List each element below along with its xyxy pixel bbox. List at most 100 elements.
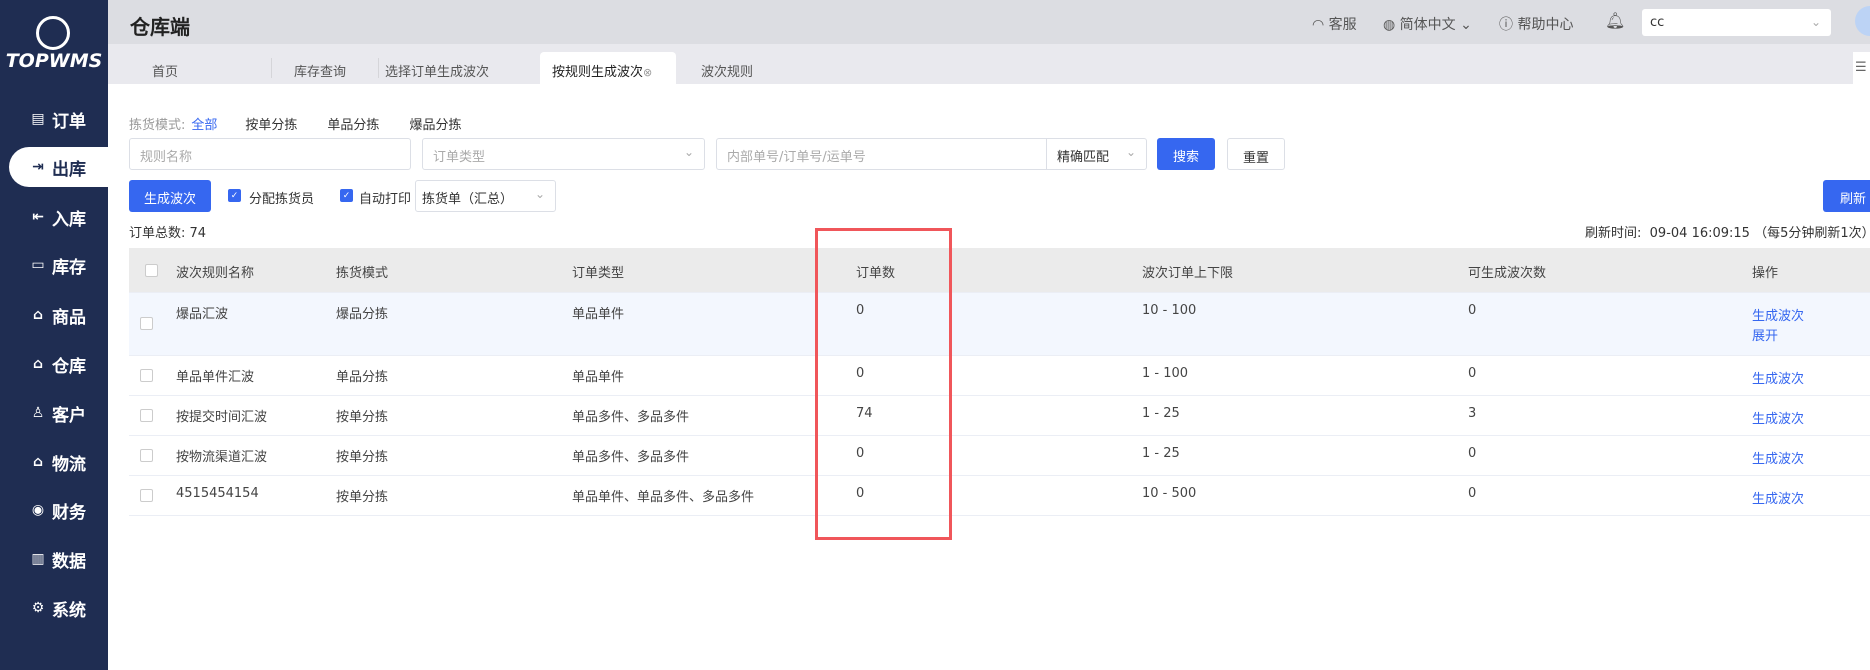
row-checkbox[interactable] (140, 317, 153, 330)
tab-inventory-query[interactable]: 库存查询 (294, 52, 346, 84)
cell-type: 单品单件 (572, 370, 625, 385)
cell-name: 4515454154 (176, 486, 259, 501)
cell-limit: 1 - 100 (1142, 366, 1189, 381)
help-icon: ⓘ (1499, 17, 1518, 33)
table-row: 4515454154 按单分拣 单品单件、单品多件、多品多件 0 10 - 500 0 生成… (129, 476, 1870, 516)
cell-type: 单品多件、多品多件 (572, 450, 690, 465)
cell-name: 单品单件汇波 (176, 370, 255, 385)
outbound-icon: ⇥ (32, 159, 44, 175)
tab-bar: 首页 库存查询 选择订单生成波次 按规则生成波次⊗ 波次规则 ☰ (108, 44, 1870, 84)
cell-possible: 0 (1468, 446, 1477, 461)
table-header: 波次规则名称 拣货模式 订单类型 订单数 波次订单上下限 可生成波次数 操作 (129, 248, 1870, 293)
search-button[interactable]: 搜索 (1157, 138, 1215, 170)
row-action-generate[interactable]: 生成波次 (1752, 488, 1804, 507)
row-action-generate[interactable]: 生成波次 (1752, 408, 1804, 427)
cell-possible: 3 (1468, 406, 1477, 421)
highlight-box (815, 228, 952, 540)
print-type-select[interactable]: 拣货单（汇总） ⌄ (415, 180, 556, 212)
order-icon: ▤ (31, 111, 45, 127)
logo-icon (36, 16, 70, 50)
refresh-time: 刷新时间: 09-04 16:09:15 （每5分钟刷新1次） (1585, 226, 1870, 241)
generate-wave-button[interactable]: 生成波次 (129, 180, 211, 212)
cell-name: 爆品汇波 (176, 307, 229, 322)
tab-rule-wave[interactable]: 按规则生成波次⊗ (540, 52, 676, 84)
table-row: 按物流渠道汇波 按单分拣 单品多件、多品多件 0 1 - 25 0 生成波次 (129, 436, 1870, 476)
sidebar-item-4[interactable]: ⌂ 商品 (0, 295, 108, 335)
sidebar-item-6[interactable]: ♙ 客户 (0, 393, 108, 433)
cell-mode: 按单分拣 (336, 490, 389, 505)
table-row: 按提交时间汇波 按单分拣 单品多件、多品多件 74 1 - 25 3 生成波次 (129, 396, 1870, 436)
rule-name-input[interactable]: 规则名称 (129, 138, 411, 170)
pick-mode-all[interactable]: 全部 (191, 114, 217, 133)
select-all-checkbox[interactable] (145, 264, 158, 277)
row-checkbox[interactable] (140, 409, 153, 422)
cell-mode: 爆品分拣 (336, 307, 389, 322)
refresh-button[interactable]: 刷新 (1823, 180, 1870, 212)
sidebar-item-0[interactable]: ▤ 订单 (0, 99, 108, 139)
cell-type: 单品单件、单品多件、多品多件 (572, 490, 755, 505)
help-center-link[interactable]: ⓘ 帮助中心 (1499, 14, 1573, 34)
row-action-generate[interactable]: 生成波次 (1752, 448, 1804, 467)
reset-button[interactable]: 重置 (1227, 138, 1285, 170)
cell-possible: 0 (1468, 366, 1477, 381)
sidebar-item-2[interactable]: ⇤ 入库 (0, 197, 108, 237)
column-header: 拣货模式 (336, 266, 389, 281)
divider (378, 58, 379, 78)
user-select[interactable]: cc ⌄ (1642, 9, 1831, 36)
cell-mode: 按单分拣 (336, 410, 389, 425)
row-checkbox[interactable] (140, 449, 153, 462)
finance-icon: ◉ (31, 502, 45, 518)
order-number-input[interactable]: 内部单号/订单号/运单号 (716, 138, 1047, 170)
chevron-down-icon: ⌄ (683, 145, 694, 159)
chevron-down-icon: ⌄ (1125, 145, 1136, 159)
language-select[interactable]: ◍ 简体中文 ⌄ (1383, 14, 1472, 34)
customer-icon: ♙ (31, 405, 45, 421)
warehouse-icon: ⌂ (32, 356, 44, 372)
cell-limit: 10 - 100 (1142, 303, 1197, 318)
pick-mode-order[interactable]: 按单分拣 (245, 114, 297, 133)
cell-type: 单品多件、多品多件 (572, 410, 690, 425)
pick-mode-single[interactable]: 单品分拣 (327, 114, 379, 133)
table-row: 爆品汇波 爆品分拣 单品单件 0 10 - 100 0 生成波次 展开 (129, 293, 1870, 356)
sidebar-item-9[interactable]: ▥ 数据 (0, 539, 108, 579)
top-header: 仓库端 ◠ 客服 ◍ 简体中文 ⌄ ⓘ 帮助中心 🔔︎ cc ⌄ (108, 0, 1870, 44)
row-checkbox[interactable] (140, 489, 153, 502)
cell-possible: 0 (1468, 486, 1477, 501)
sidebar: TOPWMS ▤ 订单 ⇥ 出库 ⇤ 入库 ▭ 库存 ⌂ 商品 ⌂ 仓库 ♙ 客户 ⌂ 物流 ◉ 财务 ▥ 数据 ⚙ 系统 (0, 0, 108, 670)
sidebar-item-10[interactable]: ⚙ 系统 (0, 588, 108, 628)
row-checkbox[interactable] (140, 369, 153, 382)
column-header: 可生成波次数 (1468, 266, 1547, 281)
column-header: 波次订单上下限 (1142, 266, 1234, 281)
inventory-icon: ▭ (31, 257, 45, 273)
inbound-icon: ⇤ (32, 209, 44, 225)
chevron-down-icon: ⌄ (1810, 15, 1821, 29)
match-mode-select[interactable]: 精确匹配 ⌄ (1046, 138, 1147, 170)
row-action-generate[interactable]: 生成波次 (1752, 305, 1804, 324)
cell-possible: 0 (1468, 303, 1477, 318)
avatar[interactable] (1855, 6, 1870, 36)
sidebar-item-1[interactable]: ⇥ 出库 (9, 147, 108, 187)
bell-icon[interactable]: 🔔︎ (1605, 11, 1625, 30)
tab-wave-rules[interactable]: 波次规则 (701, 52, 753, 84)
pick-mode-filter: 拣货模式: 全部 按单分拣 单品分拣 爆品分拣 (129, 114, 461, 133)
customer-service-link[interactable]: ◠ 客服 (1312, 14, 1357, 34)
divider (271, 58, 272, 78)
close-icon[interactable]: ⊗ (643, 66, 652, 79)
row-action-generate[interactable]: 生成波次 (1752, 368, 1804, 387)
settings-icon: ⚙ (31, 600, 45, 616)
cell-limit: 10 - 500 (1142, 486, 1197, 501)
assign-picker-checkbox[interactable]: ✓ (228, 189, 241, 202)
sidebar-item-8[interactable]: ◉ 财务 (0, 490, 108, 530)
tab-select-order-wave[interactable]: 选择订单生成波次 (385, 52, 489, 84)
tab-home[interactable]: 首页 (152, 52, 178, 84)
order-type-select[interactable]: 订单类型 ⌄ (422, 138, 705, 170)
auto-print-checkbox[interactable]: ✓ (340, 189, 353, 202)
headset-icon: ◠ (1312, 17, 1329, 33)
sidebar-item-7[interactable]: ⌂ 物流 (0, 442, 108, 482)
menu-icon[interactable]: ☰ (1853, 52, 1870, 84)
pick-mode-hot[interactable]: 爆品分拣 (409, 114, 461, 133)
table-row: 单品单件汇波 单品分拣 单品单件 0 1 - 100 0 生成波次 (129, 356, 1870, 396)
sidebar-item-5[interactable]: ⌂ 仓库 (0, 344, 108, 384)
sidebar-item-3[interactable]: ▭ 库存 (0, 245, 108, 285)
row-action-expand[interactable]: 展开 (1752, 325, 1778, 344)
